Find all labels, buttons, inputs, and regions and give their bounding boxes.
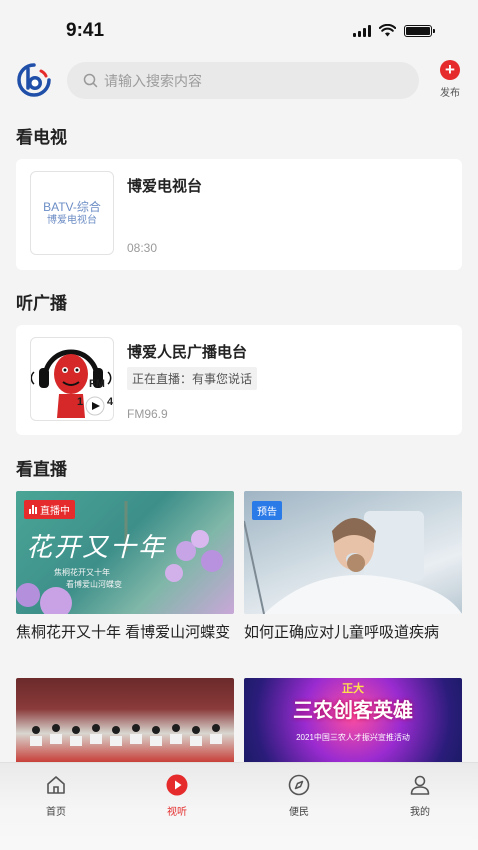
search-input[interactable]: 请输入搜索内容 <box>67 62 419 99</box>
event-overlay-main: 三农创客英雄 <box>293 700 413 722</box>
radio-logo-num-left: 1 <box>77 396 84 408</box>
live-bars-icon <box>29 505 37 514</box>
wifi-icon <box>379 24 396 37</box>
preview-video-title: 如何正确应对儿童呼吸道疾病 <box>244 624 440 641</box>
status-icons <box>353 24 435 37</box>
live-video-overlay-title: 花开又十年 <box>26 533 167 563</box>
now-playing-tag: 正在直播：有事您说话 <box>127 367 258 390</box>
live-video-overlay-sub1: 焦桐花开又十年 <box>54 568 110 577</box>
app-logo-icon[interactable] <box>16 62 52 98</box>
tv-logo-line1: BATV-综合 <box>43 200 101 214</box>
user-icon <box>410 775 430 795</box>
plus-icon: + <box>440 60 460 80</box>
radio-logo-num-right: 4 <box>107 396 114 408</box>
search-icon <box>83 73 98 88</box>
live-section-title: 看直播 <box>16 460 67 479</box>
radio-station-logo: FM 1 4 <box>30 337 114 421</box>
tv-section-title: 看电视 <box>16 128 67 147</box>
tab-bar: 首页 视听 便民 我的 <box>0 762 478 850</box>
header: 请输入搜索内容 + 发布 <box>0 58 478 104</box>
tab-services-label: 便民 <box>289 807 309 818</box>
cellular-signal-icon <box>353 24 371 37</box>
radio-station-name: 博爱人民广播电台 <box>127 344 248 361</box>
preview-badge: 预告 <box>252 501 282 520</box>
live-video-overlay-sub2: 看博爱山河蝶变 <box>66 580 122 589</box>
battery-icon <box>404 24 435 37</box>
radio-logo-fm: FM <box>89 378 105 390</box>
tv-channel-name: 博爱电视台 <box>127 178 203 195</box>
live-badge-label: 直播中 <box>40 506 70 517</box>
tv-logo-line2: 博爱电视台 <box>47 215 97 226</box>
tab-home-label: 首页 <box>46 807 66 818</box>
radio-station-card[interactable]: FM 1 4 博爱人民广播电台 正在直播：有事您说话 FM96.9 <box>16 325 462 435</box>
play-icon <box>166 774 188 796</box>
live-video-thumbnail: 直播中 花开又十年 焦桐花开又十年 看博爱山河蝶变 <box>16 491 234 614</box>
tv-channel-time: 08:30 <box>127 241 158 255</box>
publish-label: 发布 <box>440 88 460 99</box>
tab-services[interactable]: 便民 <box>269 773 329 818</box>
tab-profile-label: 我的 <box>410 807 430 818</box>
live-video-card[interactable]: 直播中 花开又十年 焦桐花开又十年 看博爱山河蝶变 焦桐花开又十年 看博爱山河蝶… <box>16 491 234 644</box>
tab-video[interactable]: 视听 <box>147 773 207 818</box>
tab-video-label: 视听 <box>167 807 187 818</box>
status-bar: 9:41 <box>0 0 478 62</box>
status-time: 9:41 <box>66 20 105 41</box>
search-placeholder: 请输入搜索内容 <box>104 72 202 89</box>
compass-icon <box>288 774 310 796</box>
event-overlay-sub: 2021中国三农人才振兴宣推活动 <box>296 733 410 742</box>
live-badge: 直播中 <box>24 500 75 519</box>
home-icon <box>47 776 65 794</box>
tab-home[interactable]: 首页 <box>26 773 86 818</box>
tv-channel-card[interactable]: BATV-综合 博爱电视台 博爱电视台 08:30 <box>16 159 462 270</box>
radio-section-title: 听广播 <box>16 294 67 313</box>
live-video-title: 焦桐花开又十年 看博爱山河蝶变 <box>16 624 231 641</box>
publish-button[interactable]: + 发布 <box>435 60 465 99</box>
radio-frequency: FM96.9 <box>127 407 168 421</box>
preview-video-card[interactable]: 预告 如何正确应对儿童呼吸道疾病 <box>244 491 462 644</box>
preview-video-thumbnail: 预告 <box>244 491 462 614</box>
tv-channel-logo: BATV-综合 博爱电视台 <box>30 171 114 255</box>
tab-profile[interactable]: 我的 <box>390 773 450 818</box>
